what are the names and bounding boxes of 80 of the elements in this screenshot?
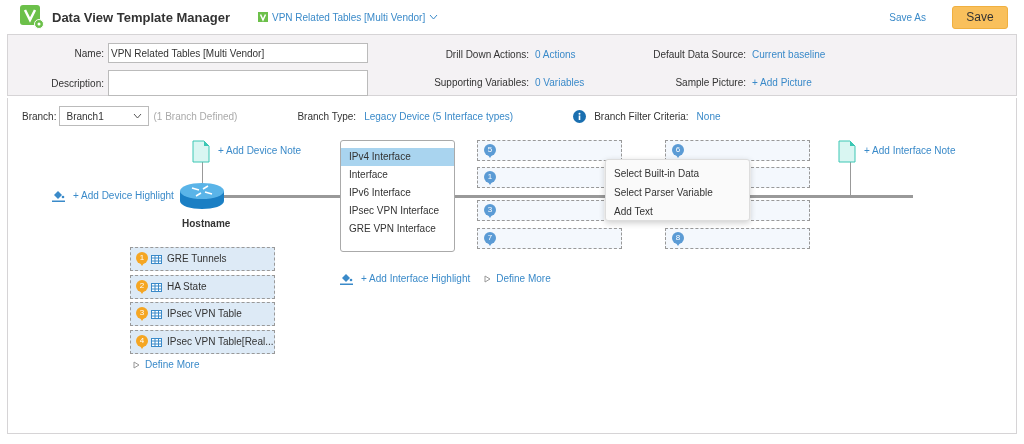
- interface-type-item[interactable]: GRE VPN Interface: [341, 220, 454, 238]
- table-name: IPsec VPN Table[Real...: [167, 335, 274, 347]
- device-table-row[interactable]: 4 IPsec VPN Table[Real...: [130, 329, 275, 354]
- field-label: Drill Down Actions:: [444, 48, 530, 60]
- table-name: GRE Tunnels: [167, 253, 227, 264]
- filter-label: Branch Filter Criteria:: [594, 110, 689, 122]
- add-interface-highlight-link[interactable]: + Add Interface Highlight: [361, 273, 471, 284]
- interface-data-slot[interactable]: 5: [477, 140, 622, 161]
- save-button[interactable]: Save: [952, 5, 1008, 29]
- chevron-down-icon: [133, 113, 143, 119]
- table-icon: [151, 337, 162, 347]
- number-pin: 3: [484, 204, 496, 216]
- interface-data-slot[interactable]: [751, 167, 810, 188]
- hostname-label: Hostname: [182, 218, 231, 229]
- number-pin: 8: [672, 232, 684, 244]
- interface-data-slot[interactable]: [751, 200, 810, 221]
- field-link[interactable]: Current baseline: [750, 48, 826, 60]
- field-label: Default Data Source:: [652, 48, 747, 60]
- define-more-link[interactable]: Define More: [496, 273, 551, 284]
- number-pin: 2: [136, 279, 148, 292]
- device-table-row[interactable]: 3 IPsec VPN Table: [130, 302, 275, 326]
- expand-icon: [133, 360, 140, 369]
- branch-type-link[interactable]: Legacy Device (5 Interface types): [364, 110, 514, 122]
- paint-bucket-icon: [52, 189, 66, 202]
- interface-data-slot[interactable]: 7: [477, 228, 622, 249]
- field-label: Description:: [50, 77, 105, 89]
- table-name: HA State: [167, 280, 207, 292]
- field-label: Name:: [73, 47, 105, 59]
- filter-link[interactable]: None: [696, 110, 721, 122]
- info-icon: [573, 109, 587, 123]
- branch-label: Branch:: [22, 110, 57, 122]
- number-pin: 4: [136, 334, 148, 347]
- device-table-row[interactable]: 1 GRE Tunnels: [130, 247, 275, 271]
- name-field[interactable]: VPN Related Tables [Multi Vendor]: [108, 43, 368, 63]
- interface-data-slot[interactable]: 6: [665, 140, 810, 161]
- add-device-highlight-link[interactable]: + Add Device Highlight: [73, 190, 174, 201]
- menu-item[interactable]: Select Built-in Data: [606, 164, 749, 183]
- app-title: Data View Template Manager: [52, 9, 230, 25]
- field-link[interactable]: 0 Variables: [533, 76, 585, 88]
- interface-data-slot[interactable]: 8: [665, 228, 810, 249]
- number-pin: 5: [484, 144, 496, 156]
- table-icon: [151, 282, 162, 292]
- table-icon: [151, 255, 162, 264]
- number-pin: 1: [484, 171, 496, 183]
- expand-icon: [484, 274, 492, 283]
- field-link[interactable]: 0 Actions: [533, 48, 576, 60]
- field-link[interactable]: + Add Picture: [750, 76, 812, 88]
- number-pin: 1: [136, 252, 148, 264]
- field-label: Supporting Variables:: [433, 76, 530, 88]
- interface-data-slot[interactable]: 1: [477, 167, 604, 188]
- branch-hint: (1 Branch Defined): [153, 110, 238, 122]
- branch-dropdown[interactable]: Branch1: [59, 106, 150, 126]
- save-as-link[interactable]: Save As: [889, 11, 926, 23]
- table-name: IPsec VPN Table: [167, 308, 242, 319]
- branch-type-label: Branch Type:: [297, 110, 357, 122]
- chevron-down-icon: [429, 14, 439, 20]
- paint-bucket-icon: [340, 272, 354, 285]
- interface-type-item[interactable]: Interface: [341, 166, 454, 184]
- number-pin: 3: [136, 307, 148, 319]
- interface-type-item[interactable]: IPv6 Interface: [341, 184, 454, 202]
- device-table-row[interactable]: 2 HA State: [130, 274, 275, 299]
- interface-data-slot[interactable]: 3: [477, 200, 604, 221]
- number-pin: 6: [672, 144, 684, 156]
- add-device-note-link[interactable]: + Add Device Note: [218, 145, 302, 156]
- app-logo: [20, 5, 44, 29]
- template-icon: [258, 12, 268, 22]
- menu-item[interactable]: Select Parser Variable: [606, 183, 749, 202]
- menu-item[interactable]: Add Text: [606, 202, 749, 221]
- table-icon: [151, 310, 162, 319]
- router-icon: [179, 182, 225, 210]
- define-more-link[interactable]: Define More: [145, 359, 200, 370]
- note-icon: [838, 140, 856, 163]
- field-label: Sample Picture:: [674, 76, 747, 88]
- number-pin: 7: [484, 232, 496, 244]
- note-icon: [192, 140, 210, 163]
- interface-type-item[interactable]: IPsec VPN Interface: [341, 202, 454, 220]
- description-field[interactable]: [108, 70, 368, 96]
- add-interface-note-link[interactable]: + Add Interface Note: [864, 145, 956, 156]
- template-selector[interactable]: VPN Related Tables [Multi Vendor]: [258, 11, 439, 23]
- interface-type-item[interactable]: IPv4 Interface: [341, 148, 454, 166]
